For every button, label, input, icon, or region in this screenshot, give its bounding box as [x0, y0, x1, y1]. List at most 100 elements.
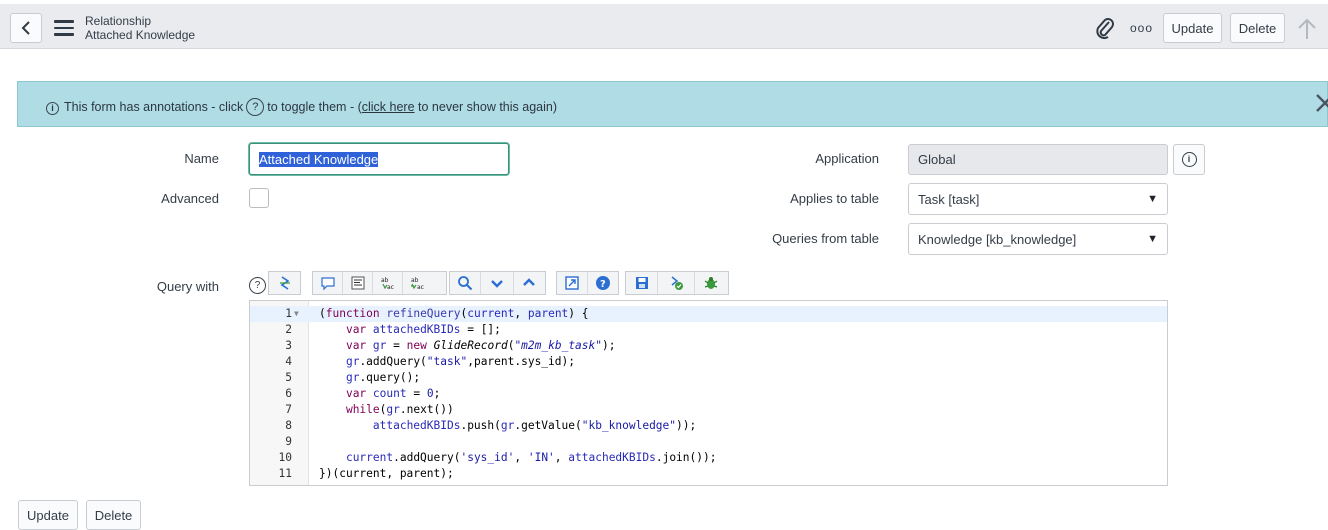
- code-text: while(gr.next()): [345, 403, 454, 416]
- banner-text-after: to never show this again): [414, 100, 557, 114]
- arrow-up-icon[interactable]: [1297, 18, 1317, 40]
- fullscreen-icon: [565, 276, 579, 290]
- annotation-banner: i This form has annotations - click? to to…: [17, 81, 1328, 127]
- script-help-icon[interactable]: ?: [249, 277, 266, 294]
- comment-button[interactable]: [313, 272, 343, 294]
- fold-arrow-icon[interactable]: ▼: [294, 306, 299, 322]
- code-text: var attachedKBIDs = [];: [345, 323, 501, 336]
- debug-button[interactable]: [695, 272, 728, 294]
- replace-icon: abac: [381, 277, 394, 291]
- name-input[interactable]: Attached Knowledge: [249, 143, 509, 175]
- info-icon: i: [1181, 152, 1197, 167]
- replace-all-icon: abac: [410, 277, 423, 291]
- toolbar-group-search: [449, 271, 546, 295]
- line-number: 5: [285, 371, 292, 384]
- chevron-down-icon: [491, 280, 503, 288]
- header-update-button[interactable]: Update: [1163, 13, 1222, 43]
- line-number: 11: [278, 467, 292, 480]
- svg-text:ac: ac: [387, 284, 394, 291]
- svg-text:ab: ab: [411, 277, 419, 284]
- line-number: 9: [285, 435, 292, 448]
- info-icon: i: [46, 101, 59, 115]
- never-show-link[interactable]: click here: [362, 100, 415, 114]
- applies-to-table-value: Task [task]: [918, 191, 980, 207]
- hamburger-menu-icon[interactable]: [54, 20, 74, 36]
- code-line: 10 current.addQuery('sys_id', 'IN', atta…: [250, 450, 1167, 466]
- fullscreen-button[interactable]: [557, 272, 589, 294]
- save-script-button[interactable]: [626, 272, 659, 294]
- code-text: var gr = new GlideRecord("m2m_kb_task");: [345, 339, 616, 352]
- line-number: 4: [285, 355, 292, 368]
- line-number: 3: [285, 339, 292, 352]
- banner-text-middle: to toggle them - (: [267, 100, 362, 114]
- toggle-annotations-icon[interactable]: ?: [246, 98, 265, 116]
- code-line: 3 var gr = new GlideRecord("m2m_kb_task"…: [250, 338, 1167, 354]
- code-line: 4 gr.addQuery("task",parent.sys_id);: [250, 354, 1167, 370]
- record-name: Attached Knowledge: [85, 28, 196, 42]
- header-delete-button[interactable]: Delete: [1230, 13, 1285, 43]
- application-label: Application: [815, 151, 879, 166]
- code-line: 9: [250, 434, 1167, 450]
- search-next-button[interactable]: [481, 272, 514, 294]
- code-text: })(current, parent);: [319, 467, 454, 480]
- queries-from-table-select[interactable]: Knowledge [kb_knowledge] ▼: [908, 223, 1168, 255]
- script-editor[interactable]: 1 ▼ (function refineQuery(current, parent…: [249, 300, 1168, 486]
- script-check-icon: [671, 276, 684, 290]
- toolbar-group-syntax: [268, 271, 301, 295]
- advanced-checkbox[interactable]: [249, 188, 269, 208]
- back-button[interactable]: [10, 13, 42, 43]
- search-icon: [458, 276, 473, 291]
- queries-from-table-value: Knowledge [kb_knowledge]: [918, 231, 1077, 247]
- caret-down-icon: ▼: [1147, 193, 1158, 205]
- help-button[interactable]: ?: [588, 272, 618, 294]
- script-check-button[interactable]: [658, 272, 695, 294]
- replace-button[interactable]: ab ac: [373, 272, 403, 294]
- line-number: 2: [285, 323, 292, 336]
- search-prev-button[interactable]: [514, 272, 545, 294]
- code-text: current.addQuery('sys_id', 'IN', attache…: [345, 451, 717, 464]
- application-value: Global: [918, 152, 956, 167]
- format-icon: [351, 276, 364, 290]
- caret-down-icon: ▼: [1147, 233, 1158, 245]
- close-icon[interactable]: [1314, 92, 1328, 114]
- query-with-label: Query with: [156, 279, 219, 294]
- name-input-value: Attached Knowledge: [259, 151, 379, 167]
- record-type: Relationship: [85, 14, 152, 28]
- application-field: Global: [908, 144, 1168, 175]
- applies-to-table-select[interactable]: Task [task] ▼: [908, 183, 1168, 215]
- line-number: 6: [285, 387, 292, 400]
- code-line: 11 })(current, parent);: [250, 466, 1167, 482]
- queries-from-table-label: Queries from table: [772, 231, 879, 246]
- toolbar-group-edit: ab ac ab ac: [312, 271, 447, 295]
- toolbar-group-script: [625, 271, 729, 295]
- code-text: gr.query();: [345, 371, 421, 384]
- line-number: 7: [285, 403, 292, 416]
- applies-to-table-label: Applies to table: [790, 191, 879, 206]
- code-line: 6 var count = 0;: [250, 386, 1167, 402]
- name-label: Name: [184, 151, 219, 166]
- code-line: 5 gr.query();: [250, 370, 1167, 386]
- code-text: gr.addQuery("task",parent.sys_id);: [345, 355, 575, 368]
- code-text: (function refineQuery(current, parent) {: [319, 307, 589, 320]
- code-text: attachedKBIDs.push(gr.getValue("kb_knowl…: [372, 419, 697, 432]
- banner-text-before: This form has annotations - click: [64, 100, 244, 114]
- toggle-syntax-button[interactable]: [269, 272, 300, 294]
- code-line: 2 var attachedKBIDs = [];: [250, 322, 1167, 338]
- line-number: 10: [278, 451, 292, 464]
- help-icon: ?: [596, 276, 611, 290]
- save-icon: [635, 277, 648, 289]
- svg-text:ab: ab: [381, 277, 389, 284]
- more-options-button[interactable]: ooo: [1130, 21, 1153, 35]
- line-number: 8: [285, 419, 292, 432]
- svg-text:?: ?: [600, 279, 606, 290]
- format-button[interactable]: [343, 272, 373, 294]
- debug-icon: [704, 277, 718, 289]
- search-button[interactable]: [450, 272, 482, 294]
- chevron-left-icon: [21, 21, 30, 35]
- toolbar-group-view: ?: [556, 271, 619, 295]
- replace-all-button[interactable]: ab ac: [403, 272, 432, 294]
- paperclip-icon[interactable]: [1094, 17, 1116, 41]
- code-line: 7 while(gr.next()): [250, 402, 1167, 418]
- application-info-button[interactable]: i: [1173, 144, 1205, 175]
- form-header: Relationship Attached Knowledge ooo Upda…: [0, 4, 1328, 49]
